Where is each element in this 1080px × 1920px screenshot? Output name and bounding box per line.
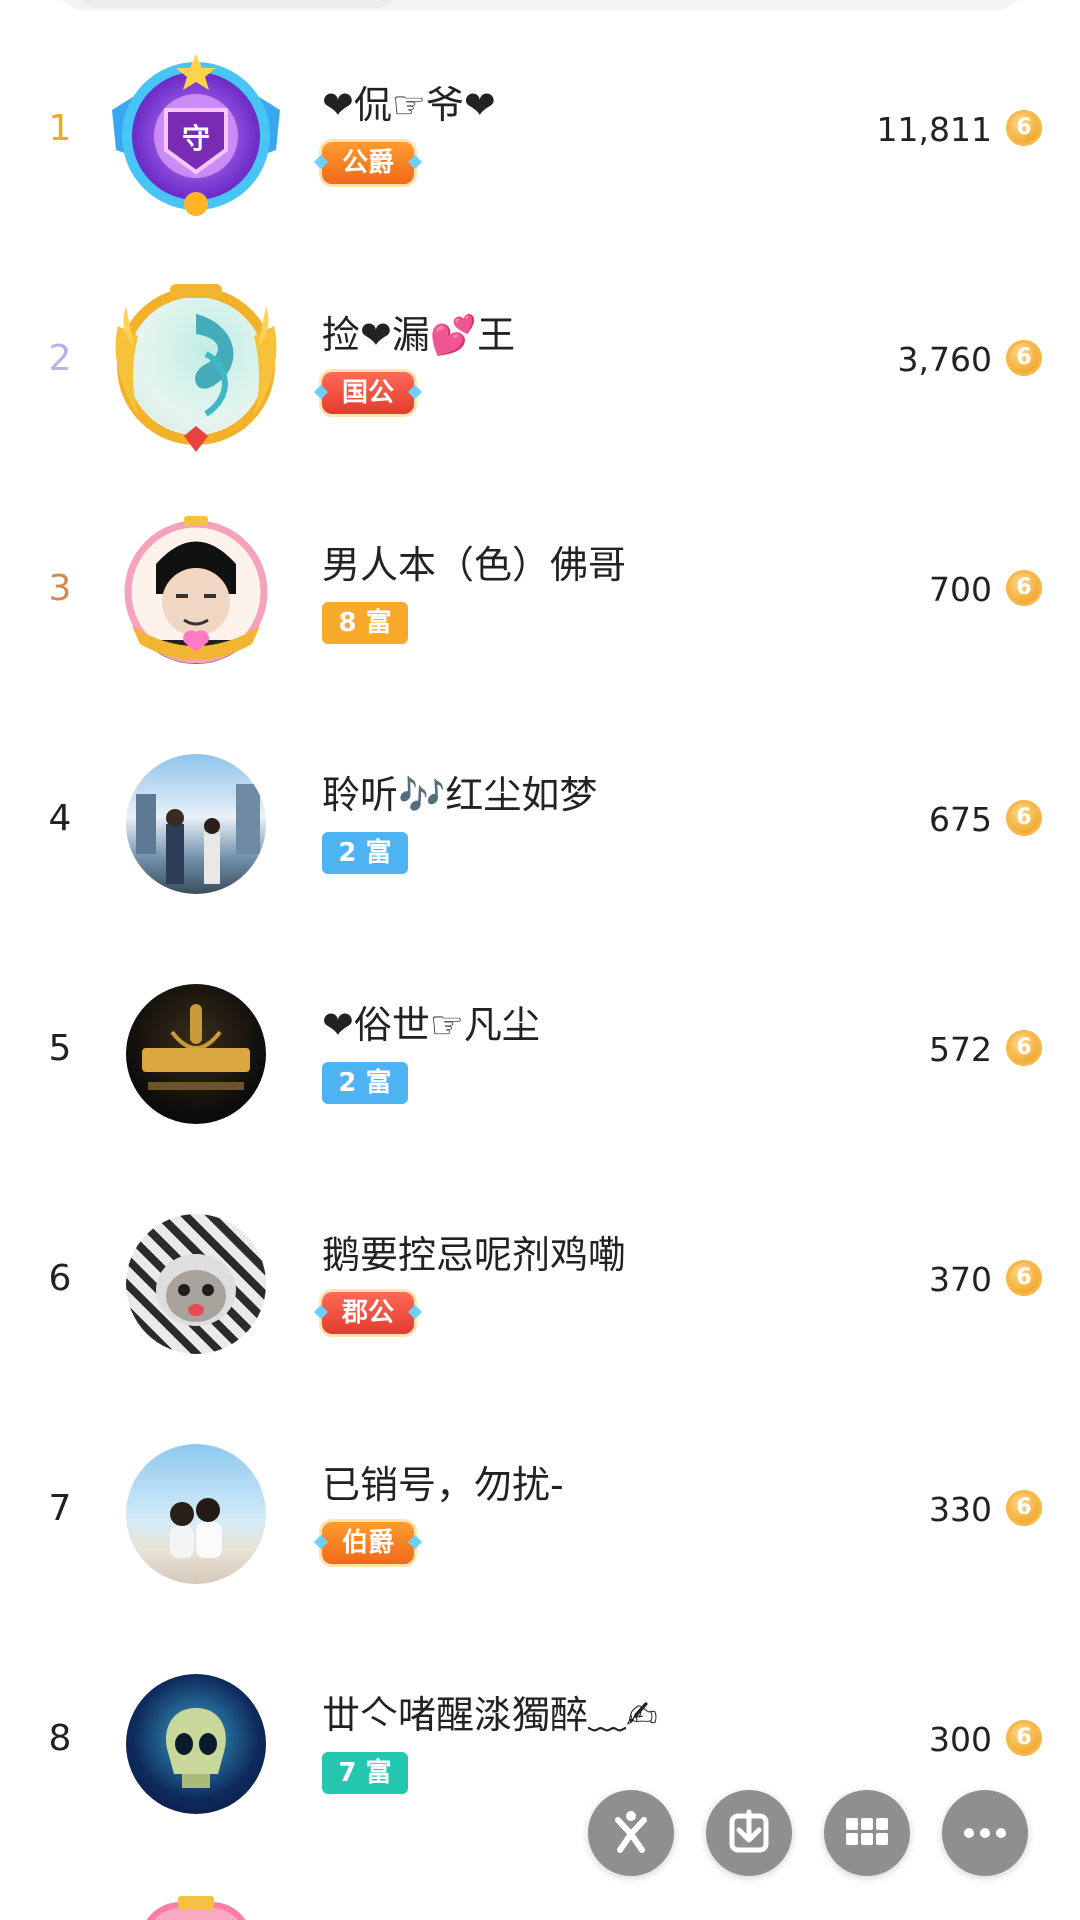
cat-hoodie-avatar (126, 1214, 266, 1354)
shield-guard-avatar: 守 (112, 54, 280, 216)
grid-button[interactable] (824, 1790, 910, 1876)
score-value: 11,811 (876, 110, 992, 149)
user-name: 丗亽啫醒渁獨醉﹏✍ (322, 1693, 658, 1737)
score-value: 3,760 (897, 340, 992, 379)
laurel-frame (115, 284, 277, 452)
avatar[interactable] (115, 284, 277, 452)
more-button[interactable] (942, 1790, 1028, 1876)
rank-number: 3 (48, 568, 72, 609)
avatar[interactable] (126, 754, 266, 894)
rank-number: 1 (48, 108, 72, 149)
user-name: ❤俗世☞凡尘 (322, 1003, 540, 1047)
score-value: 700 (929, 570, 992, 609)
share-button[interactable] (588, 1790, 674, 1876)
user-name: 捡❤漏💕王 (322, 313, 516, 357)
user-name: 已销号，勿扰- (322, 1463, 564, 1507)
noble-badge: 伯爵 (322, 1522, 414, 1564)
wealth-badge: 7 富 (322, 1752, 408, 1794)
ranking-page: 1 守 ❤侃☞爷❤ 公爵 11,811 6 2 捡❤漏💕王 国公 3,760 6… (0, 0, 1080, 1920)
coin-icon: 6 (1006, 570, 1042, 606)
user-name: 聆听🎶红尘如梦 (322, 773, 598, 817)
list-item[interactable]: 4 聆听🎶红尘如梦 2 富 675 6 (0, 708, 1080, 938)
score-value: 572 (929, 1030, 992, 1069)
score-value: 330 (929, 1490, 992, 1529)
floating-action-bar (588, 1790, 1048, 1880)
svg-text:守: 守 (182, 122, 210, 155)
rank-number: 7 (48, 1488, 72, 1529)
user-name: 鹅要控忌呢剂鸡嘞 (322, 1233, 627, 1277)
grid-icon (846, 1818, 888, 1845)
list-item[interactable]: 3 男人本（色）佛哥 8 富 700 6 (0, 478, 1080, 708)
rank-number: 2 (48, 338, 72, 379)
skull-avatar (126, 1674, 266, 1814)
wealth-badge: 2 富 (322, 832, 408, 874)
pink-frame (124, 516, 268, 664)
wealth-badge: 2 富 (322, 1062, 408, 1104)
list-item[interactable]: 1 守 ❤侃☞爷❤ 公爵 11,811 6 (0, 18, 1080, 248)
download-icon (729, 1809, 769, 1853)
noble-badge: 国公 (322, 372, 414, 414)
coin-icon: 6 (1006, 110, 1042, 146)
score-value: 370 (929, 1260, 992, 1299)
avatar[interactable] (124, 516, 268, 664)
coin-icon: 6 (1006, 1720, 1042, 1756)
user-name: 男人本（色）佛哥 (322, 543, 627, 587)
rank-number: 4 (48, 798, 72, 839)
download-button[interactable] (706, 1790, 792, 1876)
wealth-badge: 8 富 (322, 602, 408, 644)
list-item[interactable]: 6 鹅要控忌呢剂鸡嘞 郡公 370 6 (0, 1168, 1080, 1398)
list-item[interactable]: 2 捡❤漏💕王 国公 3,760 6 (0, 248, 1080, 478)
coin-icon: 6 (1006, 1030, 1042, 1066)
coin-icon: 6 (1006, 1260, 1042, 1296)
coin-icon: 6 (1006, 1490, 1042, 1526)
list-item[interactable]: 5 ❤俗世☞凡尘 2 富 572 6 (0, 938, 1080, 1168)
share-icon (615, 1811, 647, 1853)
top-tab-strip (56, 0, 1024, 10)
avatar[interactable]: 守 (112, 54, 280, 216)
coin-icon: 6 (1006, 340, 1042, 376)
more-icon (964, 1828, 1006, 1838)
rank-number: 6 (48, 1258, 72, 1299)
user-name: ❤侃☞爷❤ (322, 83, 496, 127)
beach-couple-avatar (126, 1444, 266, 1584)
coin-icon: 6 (1006, 800, 1042, 836)
score-value: 675 (929, 800, 992, 839)
avatar[interactable] (126, 1674, 266, 1814)
rank-number: 5 (48, 1028, 72, 1069)
noble-badge: 公爵 (322, 142, 414, 184)
score-value: 300 (929, 1720, 992, 1759)
microphone-logo-avatar (126, 984, 266, 1124)
rank-number: 8 (48, 1718, 72, 1759)
noble-badge: 郡公 (322, 1292, 414, 1334)
avatar[interactable] (126, 1214, 266, 1354)
anime-street-avatar (126, 754, 266, 894)
avatar[interactable] (126, 1444, 266, 1584)
crown-icon (178, 1896, 214, 1910)
list-item[interactable]: 7 已销号，勿扰- 伯爵 330 6 (0, 1398, 1080, 1628)
avatar[interactable] (126, 984, 266, 1124)
